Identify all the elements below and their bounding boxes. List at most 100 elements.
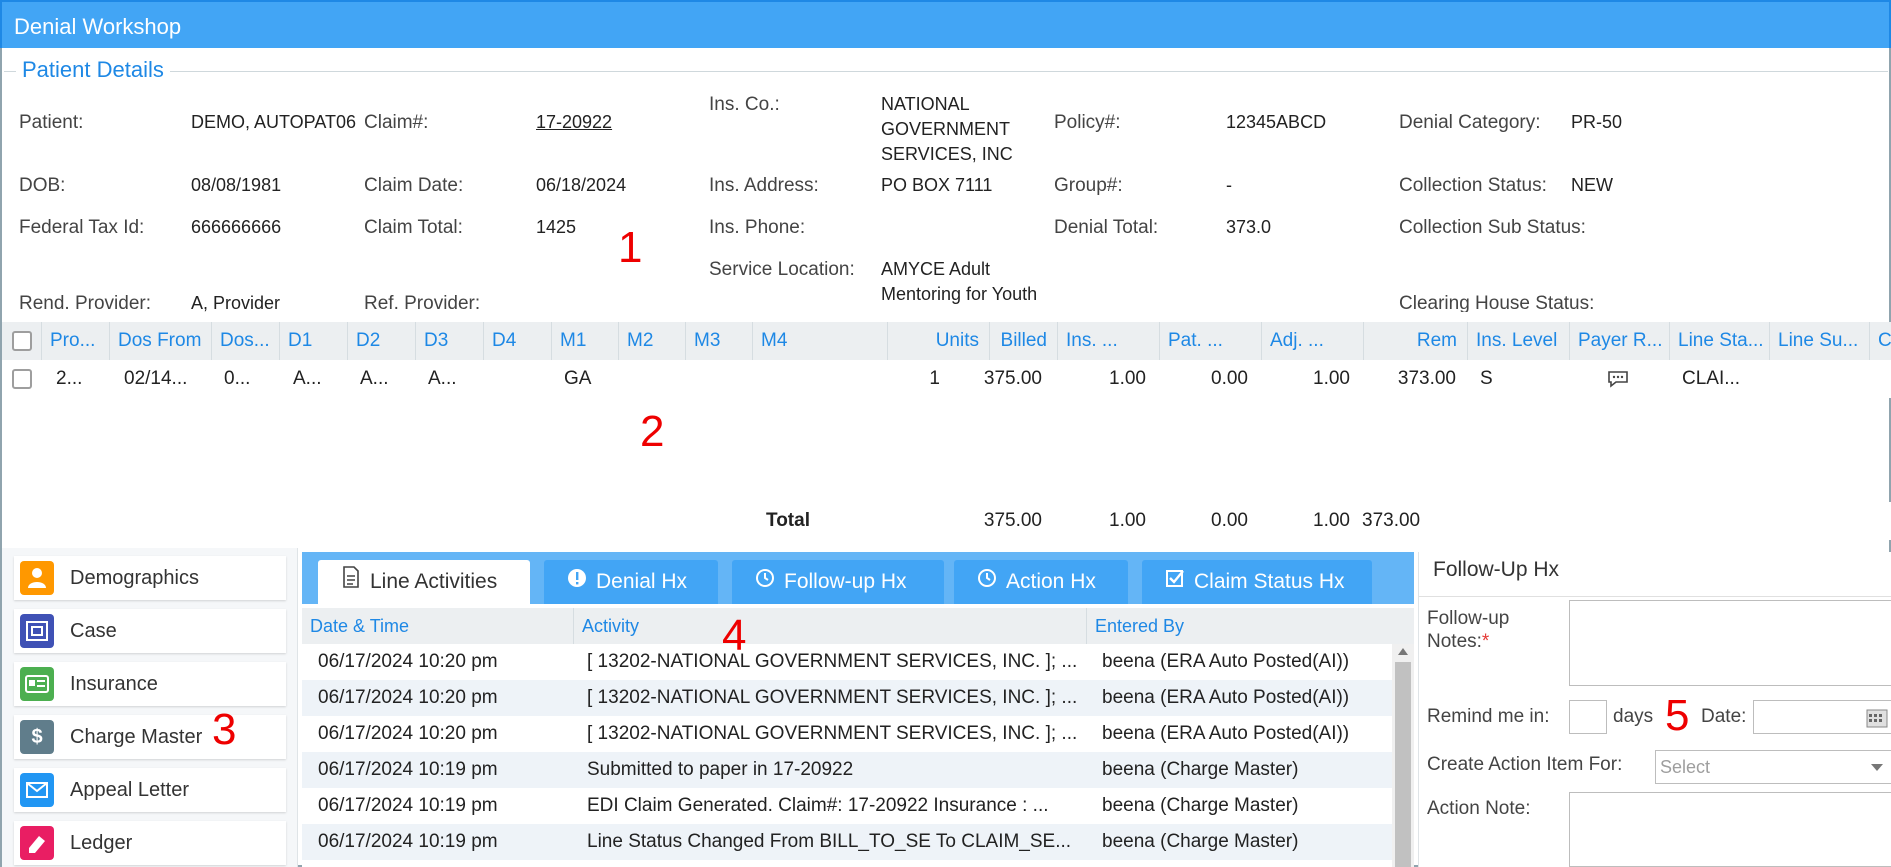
nav-label: Case xyxy=(70,620,117,642)
collection-status-label: Collection Status: xyxy=(1399,175,1547,196)
col-entered-by[interactable]: Entered By xyxy=(1087,608,1414,644)
nav-demographics[interactable]: Demographics xyxy=(14,556,286,600)
follow-up-date-input[interactable] xyxy=(1753,700,1891,734)
cell-dos-to: 0... xyxy=(224,368,251,389)
remind-days-input[interactable] xyxy=(1569,700,1607,734)
collection-status-value: NEW xyxy=(1571,175,1613,195)
col-adj[interactable]: Adj. ... xyxy=(1262,322,1364,360)
col-rem[interactable]: Rem xyxy=(1364,322,1468,360)
col-more[interactable]: C... xyxy=(1870,322,1891,360)
tab-line-activities[interactable]: Line Activities xyxy=(318,560,530,604)
follow-up-panel: Follow-Up Hx Follow-up Notes:* Remind me… xyxy=(1418,552,1891,867)
table-row[interactable]: 06/17/2024 10:19 pm Line Status Changed … xyxy=(302,824,1392,860)
col-pat[interactable]: Pat. ... xyxy=(1160,322,1262,360)
tab-follow-up-hx[interactable]: Follow-up Hx xyxy=(732,560,944,604)
tab-denial-hx[interactable]: Denial Hx xyxy=(544,560,718,604)
col-activity[interactable]: Activity xyxy=(574,608,1087,644)
col-units[interactable]: Units xyxy=(888,322,990,360)
exclamation-icon xyxy=(566,560,588,604)
activities-list: 06/17/2024 10:20 pm [ 13202-NATIONAL GOV… xyxy=(302,644,1392,867)
col-date-time[interactable]: Date & Time xyxy=(302,608,574,644)
table-row[interactable]: 2... 02/14... 0... A... A... A... GA 1 3… xyxy=(2,360,1891,398)
tab-label: Denial Hx xyxy=(596,570,688,593)
col-ins-level[interactable]: Ins. Level xyxy=(1468,322,1570,360)
cell-entered-by: beena (Charge Master) xyxy=(1102,795,1299,816)
cell-datetime: 06/17/2024 10:19 pm xyxy=(318,795,498,816)
col-dos-to[interactable]: Dos... xyxy=(212,322,280,360)
fieldset-border xyxy=(4,71,16,72)
group-no-value: - xyxy=(1226,175,1232,195)
denial-category-value: PR-50 xyxy=(1571,112,1623,132)
patient-value: DEMO, AUTOPAT06 xyxy=(191,112,357,132)
activities-scrollbar[interactable] xyxy=(1392,644,1414,867)
action-note-label: Action Note: xyxy=(1427,798,1531,819)
clock-icon xyxy=(976,560,998,604)
nav-charge-master[interactable]: $ Charge Master xyxy=(14,715,286,759)
annotation-marker-4: 4 xyxy=(722,611,747,660)
follow-up-divider xyxy=(1419,596,1891,597)
col-m2[interactable]: M2 xyxy=(619,322,686,360)
service-location-label: Service Location: xyxy=(709,259,855,280)
annotation-marker-3: 3 xyxy=(212,705,237,754)
speech-bubble-icon[interactable] xyxy=(1607,360,1637,398)
row-checkbox[interactable] xyxy=(12,369,32,389)
tab-action-hx[interactable]: Action Hx xyxy=(954,560,1128,604)
table-row[interactable]: 06/17/2024 10:19 pm EDI Claim Generated.… xyxy=(302,788,1392,824)
col-d1[interactable]: D1 xyxy=(280,322,348,360)
col-billed[interactable]: Billed xyxy=(990,322,1058,360)
claim-total-value: 1425 xyxy=(536,217,577,237)
table-row[interactable]: 06/17/2024 10:20 pm [ 13202-NATIONAL GOV… xyxy=(302,644,1392,680)
select-all-cell xyxy=(2,322,42,360)
federal-tax-id-label: Federal Tax Id: xyxy=(19,217,145,238)
select-all-checkbox[interactable] xyxy=(12,331,32,351)
cell-adj: 1.00 xyxy=(1313,368,1350,389)
tab-label: Follow-up Hx xyxy=(784,570,907,593)
col-d4[interactable]: D4 xyxy=(484,322,552,360)
tab-claim-status-hx[interactable]: Claim Status Hx xyxy=(1142,560,1372,604)
nav-insurance[interactable]: Insurance xyxy=(14,662,286,706)
fieldset-border xyxy=(168,71,1888,72)
table-row[interactable]: 06/17/2024 10:19 pm Submitted to paper i… xyxy=(302,752,1392,788)
action-note-textarea[interactable] xyxy=(1569,792,1891,867)
activity-tabs-panel: Line Activities Denial Hx Follow-up Hx A… xyxy=(302,552,1414,867)
cell-entered-by: beena (Charge Master) xyxy=(1102,759,1299,780)
calendar-icon[interactable] xyxy=(1866,708,1888,734)
nav-appeal-letter[interactable]: Appeal Letter xyxy=(14,768,286,812)
col-line-sub-status[interactable]: Line Su... xyxy=(1770,322,1870,360)
annotation-marker-5: 5 xyxy=(1665,691,1690,740)
col-m1[interactable]: M1 xyxy=(552,322,619,360)
col-dos-from[interactable]: Dos From xyxy=(110,322,212,360)
nav-ledger[interactable]: Ledger xyxy=(14,821,286,865)
scroll-thumb[interactable] xyxy=(1395,662,1411,867)
ins-address-value: PO BOX 7111 xyxy=(881,175,993,195)
table-row[interactable]: 06/17/2024 10:20 pm [ 13202-NATIONAL GOV… xyxy=(302,680,1392,716)
dollar-icon: $ xyxy=(20,720,54,754)
scroll-up-icon[interactable] xyxy=(1398,648,1408,655)
cell-line-sub-status xyxy=(1782,360,1862,398)
policy-no-value: 12345ABCD xyxy=(1226,112,1327,132)
follow-up-notes-textarea[interactable] xyxy=(1569,600,1891,686)
rend-provider-value: A, Provider xyxy=(191,293,281,312)
cell-rem: 373.00 xyxy=(1397,368,1456,389)
follow-up-title: Follow-Up Hx xyxy=(1433,558,1560,581)
cell-entered-by: beena (ERA Auto Posted(AI)) xyxy=(1102,687,1350,708)
annotation-marker-2: 2 xyxy=(640,407,665,456)
nav-label: Insurance xyxy=(70,673,158,695)
col-m4[interactable]: M4 xyxy=(753,322,888,360)
ref-provider-label: Ref. Provider: xyxy=(364,293,481,312)
col-m3[interactable]: M3 xyxy=(686,322,753,360)
nav-case[interactable]: Case xyxy=(14,609,286,653)
claim-no-link[interactable]: 17-20922 xyxy=(536,110,612,135)
col-d2[interactable]: D2 xyxy=(348,322,416,360)
table-row[interactable]: 06/17/2024 10:20 pm [ 13202-NATIONAL GOV… xyxy=(302,716,1392,752)
cell-d1: A... xyxy=(293,368,322,389)
action-item-select[interactable]: Select xyxy=(1655,750,1891,784)
checkbox-icon xyxy=(1164,560,1186,604)
follow-up-notes-label-line-2: Notes: xyxy=(1427,631,1482,652)
col-d3[interactable]: D3 xyxy=(416,322,484,360)
col-line-status[interactable]: Line Sta... xyxy=(1670,322,1770,360)
col-ins[interactable]: Ins. ... xyxy=(1058,322,1160,360)
id-card-icon xyxy=(20,667,54,701)
col-payer-remark[interactable]: Payer R... xyxy=(1570,322,1670,360)
col-procedure[interactable]: Pro... xyxy=(42,322,110,360)
